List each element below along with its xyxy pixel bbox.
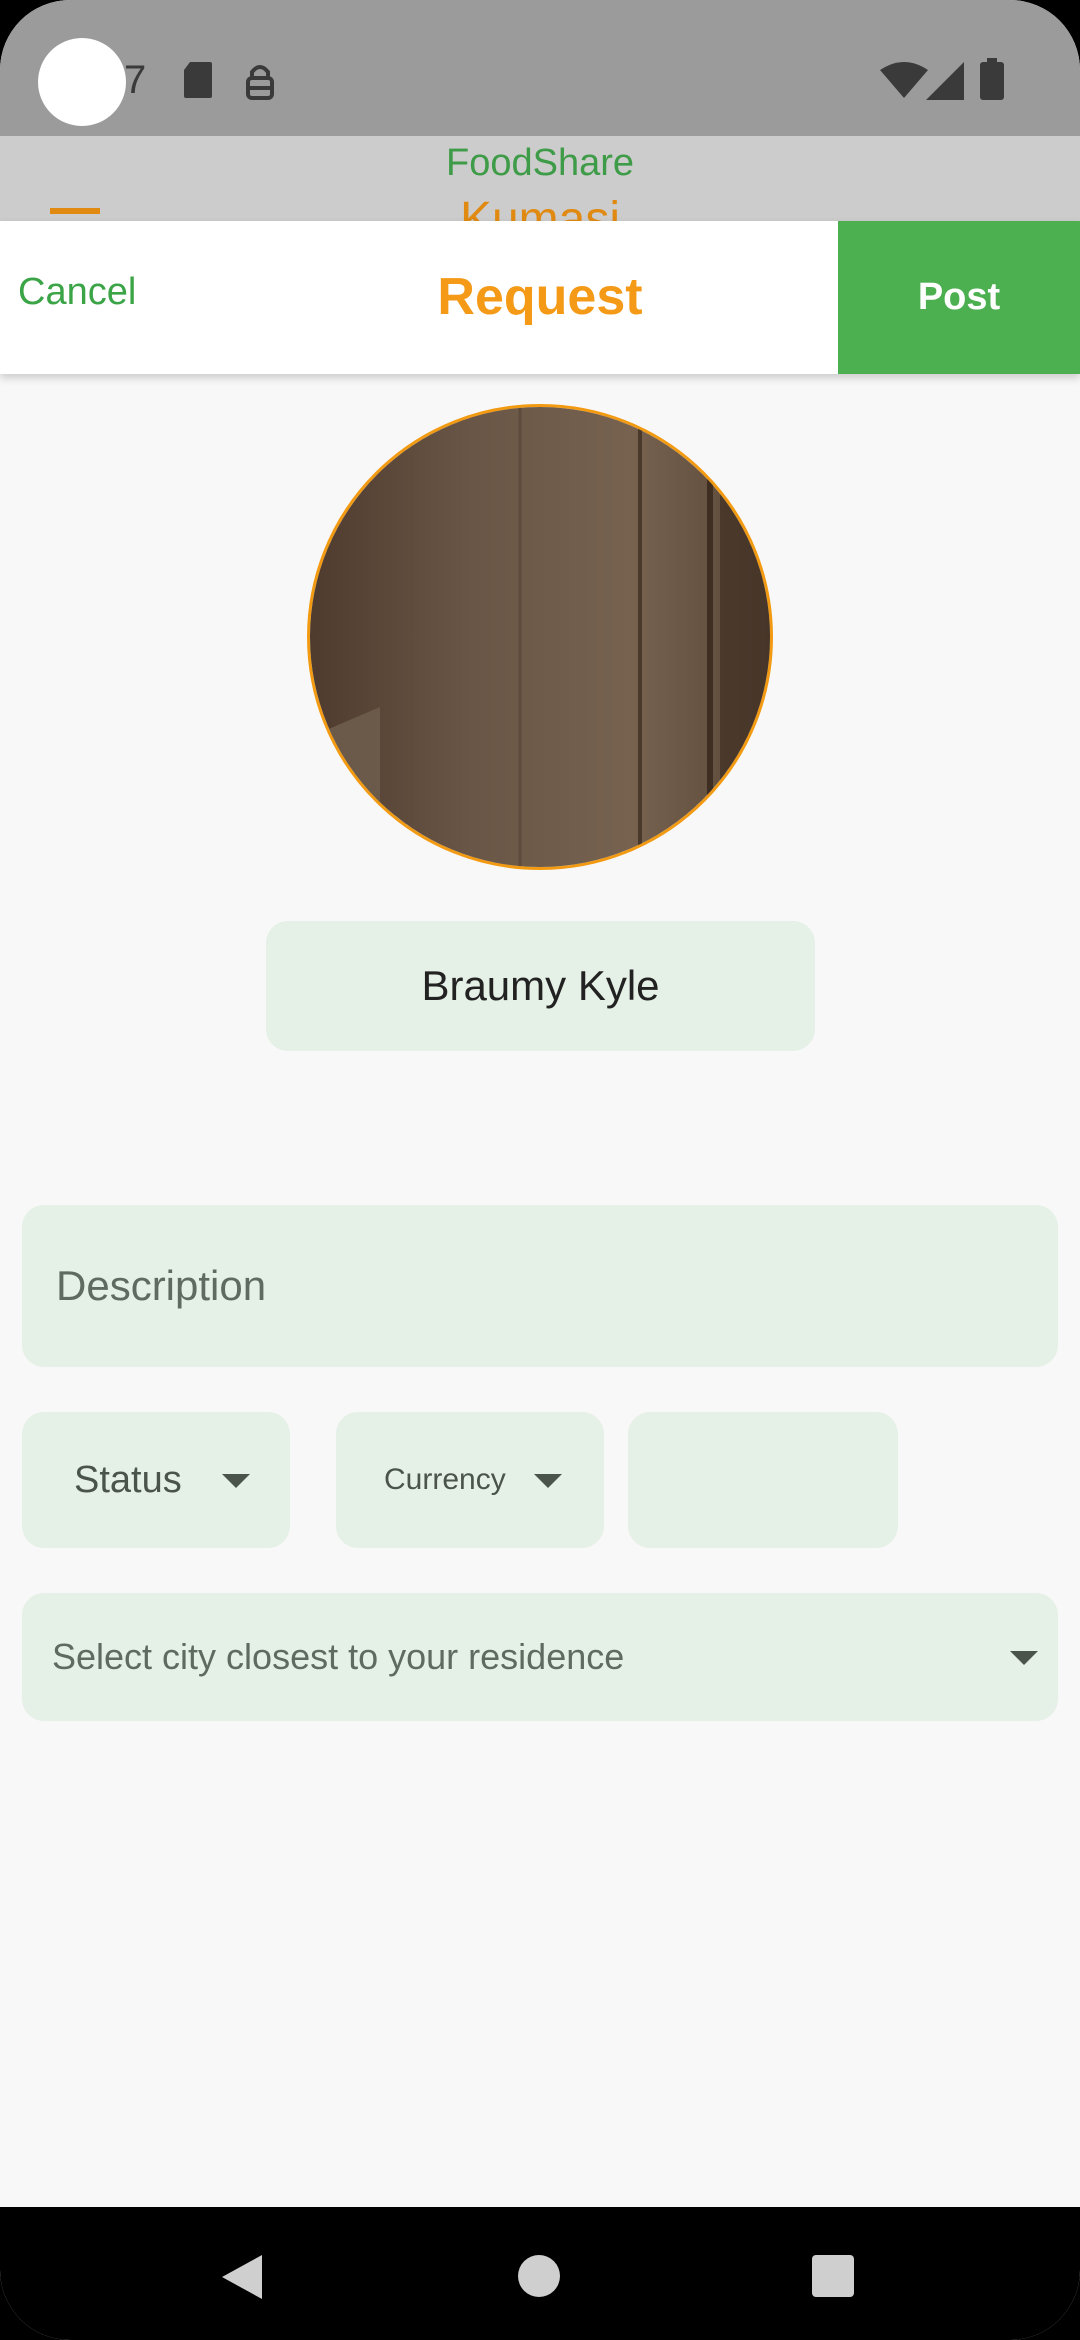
- request-header: Cancel Request Post: [0, 221, 1080, 374]
- app-bar: FoodShare Kumasi: [0, 136, 1080, 221]
- back-icon[interactable]: [222, 2255, 262, 2299]
- user-name: Braumy Kyle: [266, 921, 815, 1051]
- recents-icon[interactable]: [812, 2255, 854, 2297]
- app-title: FoodShare: [445, 142, 634, 184]
- signal-icon: [926, 62, 964, 100]
- city-placeholder: Select city closest to your residence: [52, 1636, 625, 1677]
- profile-photo[interactable]: [307, 404, 773, 870]
- battery-icon: [980, 58, 1004, 100]
- status-time: 7: [124, 58, 147, 102]
- vpn-key-icon: [246, 65, 274, 100]
- description-placeholder: Description: [56, 1262, 267, 1309]
- photo-image: [310, 407, 770, 867]
- city-dropdown[interactable]: Select city closest to your residence: [22, 1593, 1058, 1721]
- currency-label: Currency: [384, 1463, 506, 1496]
- chevron-down-icon: [1010, 1651, 1038, 1665]
- status-label: Status: [74, 1458, 182, 1501]
- navigation-bar: [0, 2207, 1080, 2340]
- wifi-icon: [880, 62, 928, 98]
- device-screen: 7 FoodShare Kumasi Cancel Request Post B…: [0, 0, 1080, 2340]
- status-bar: 7: [0, 0, 1080, 136]
- currency-dropdown[interactable]: Currency: [336, 1412, 604, 1548]
- sd-card-icon: [184, 62, 212, 98]
- post-button[interactable]: Post: [838, 221, 1080, 374]
- camera-cutout: [38, 38, 126, 126]
- chevron-down-icon: [222, 1474, 250, 1488]
- description-field[interactable]: Description: [22, 1205, 1058, 1367]
- city-selector[interactable]: Kumasi: [0, 192, 1080, 221]
- home-icon[interactable]: [518, 2255, 560, 2297]
- chevron-down-icon: [534, 1474, 562, 1488]
- status-dropdown[interactable]: Status: [22, 1412, 290, 1548]
- amount-field[interactable]: [628, 1412, 898, 1548]
